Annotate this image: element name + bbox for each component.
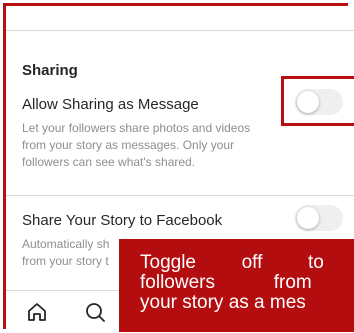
callout-line-1: Toggle off to p [140, 253, 354, 273]
toggle-knob [297, 207, 319, 229]
search-icon[interactable] [84, 301, 106, 328]
share-facebook-description-line2: from your story t [22, 254, 109, 268]
callout-line-2: followers from s [140, 273, 354, 293]
bottom-nav-bar [6, 290, 126, 333]
callout-word: Toggle [140, 252, 196, 273]
callout-word: followers [140, 272, 215, 293]
section-divider [6, 195, 354, 196]
share-facebook-description-line1: Automatically sh [22, 237, 110, 251]
allow-sharing-title: Allow Sharing as Message [22, 96, 199, 113]
instruction-callout: Toggle off to p followers from s your st… [119, 239, 354, 332]
callout-line-3: your story as a mes [140, 292, 306, 313]
section-title: Sharing [22, 62, 78, 79]
callout-word: from [273, 272, 312, 293]
toggle-highlight-box [281, 76, 354, 126]
callout-word: to [307, 252, 324, 273]
share-facebook-toggle[interactable] [295, 205, 343, 231]
callout-word: off [241, 252, 263, 273]
header-divider [6, 30, 354, 31]
share-facebook-title: Share Your Story to Facebook [22, 212, 223, 229]
allow-sharing-description: Let your followers share photos and vide… [22, 121, 251, 169]
home-icon[interactable] [26, 301, 48, 328]
